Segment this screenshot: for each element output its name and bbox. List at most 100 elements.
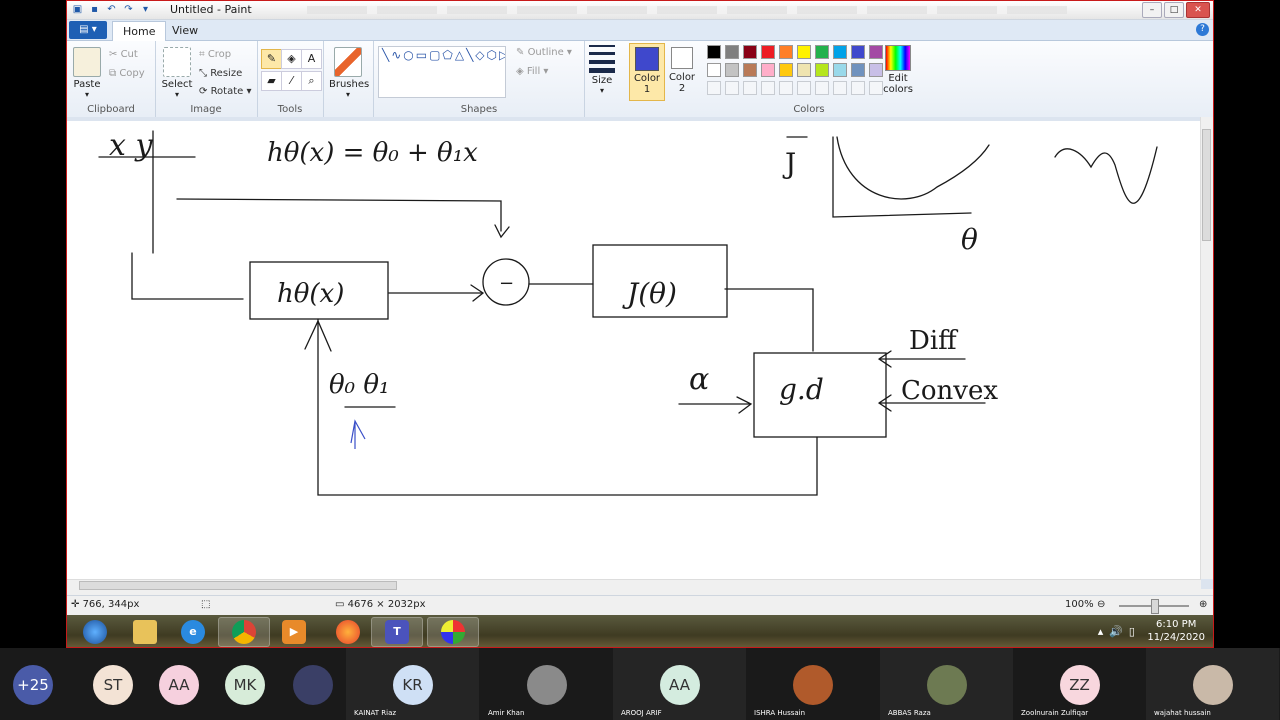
save-icon[interactable]: ▪ [88, 3, 101, 16]
horizontal-scrollbar[interactable] [67, 579, 1201, 592]
custom-color-slot[interactable] [779, 81, 793, 95]
participant-tile[interactable]: AA [146, 648, 212, 720]
participant-tile[interactable]: AA AROOJ ARIF [613, 648, 746, 720]
palette-swatch[interactable] [851, 63, 865, 77]
brushes-button[interactable]: Brushes ▾ [329, 47, 370, 99]
drawing-canvas[interactable]: x y hθ(x) = θ₀ + θ₁x J θ hθ(x) − J(θ) g.… [67, 121, 1201, 579]
palette-swatch[interactable] [779, 63, 793, 77]
file-menu-button[interactable]: ▤ ▾ [69, 21, 107, 39]
paint-app-icon[interactable]: ▣ [71, 3, 84, 16]
outline-button[interactable]: ✎ Outline ▾ [516, 47, 572, 58]
horizontal-scroll-thumb[interactable] [79, 581, 397, 590]
taskbar-chrome[interactable] [218, 617, 270, 647]
size-button[interactable]: Size ▾ [585, 45, 619, 95]
participant-tile[interactable]: MK [212, 648, 278, 720]
feedback-top-line [176, 198, 502, 232]
palette-swatch[interactable] [833, 45, 847, 59]
palette-swatch[interactable] [761, 63, 775, 77]
custom-color-slot[interactable] [707, 81, 721, 95]
customize-chevron-icon[interactable]: ▾ [139, 3, 152, 16]
palette-swatch[interactable] [707, 63, 721, 77]
resize-button[interactable]: ⤡ Resize [199, 68, 242, 79]
fill-bucket-icon[interactable]: ◈ [281, 49, 302, 69]
palette-swatch[interactable] [815, 45, 829, 59]
vertical-scrollbar[interactable] [1200, 117, 1213, 579]
taskbar-media[interactable]: ▶ [268, 617, 320, 647]
tab-view[interactable]: View [162, 21, 208, 40]
pencil-icon[interactable]: ✎ [261, 49, 282, 69]
palette-swatch[interactable] [761, 45, 775, 59]
minimize-button[interactable]: – [1142, 2, 1162, 18]
rotate-button[interactable]: ⟳ Rotate ▾ [199, 86, 252, 97]
rotate-icon: ⟳ [199, 86, 211, 97]
edit-colors-button[interactable]: Edit colors [881, 45, 915, 95]
palette-swatch[interactable] [743, 45, 757, 59]
taskbar-teams[interactable]: T [371, 617, 423, 647]
palette-swatch[interactable] [851, 45, 865, 59]
color-picker-icon[interactable]: ⁄ [281, 71, 302, 91]
zoom-out-button[interactable]: ⊖ [1097, 599, 1105, 610]
cut-button[interactable]: ✂ Cut [109, 49, 138, 60]
palette-swatch[interactable] [833, 63, 847, 77]
copy-label: Copy [119, 68, 145, 79]
palette-swatch[interactable] [725, 63, 739, 77]
start-button[interactable] [69, 617, 121, 647]
custom-color-slot[interactable] [797, 81, 811, 95]
palette-swatch[interactable] [743, 63, 757, 77]
custom-color-slot[interactable] [833, 81, 847, 95]
paste-button[interactable]: Paste ▾ [73, 47, 101, 99]
eraser-icon[interactable]: ▰ [261, 71, 282, 91]
shapes-gallery[interactable]: ╲∿○▭▢⬠△╲◇⬡▷⇨⇩⇦⇧✦☆✡▭◯◯⇨ [378, 46, 506, 98]
text-icon[interactable]: A [301, 49, 322, 69]
palette-swatch[interactable] [815, 63, 829, 77]
participant-tile[interactable]: ISHRA Hussain [746, 648, 879, 720]
taskbar-paint[interactable] [427, 617, 479, 647]
convex-text: Convex [901, 376, 998, 406]
participant-tile[interactable]: ABBAS Raza [880, 648, 1013, 720]
custom-color-slot[interactable] [851, 81, 865, 95]
taskbar-firefox[interactable] [322, 617, 374, 647]
vertical-scroll-thumb[interactable] [1202, 129, 1211, 241]
magnifier-icon[interactable]: ⌕ [301, 71, 322, 91]
select-button[interactable]: Select ▾ [161, 47, 193, 99]
zoom-in-button[interactable]: ⊕ [1199, 599, 1207, 610]
redo-icon[interactable]: ↷ [122, 3, 135, 16]
custom-color-slot[interactable] [815, 81, 829, 95]
custom-color-slot[interactable] [725, 81, 739, 95]
custom-color-slot[interactable] [743, 81, 757, 95]
taskbar-ie[interactable]: e [167, 617, 219, 647]
clock[interactable]: 6:10 PM 11/24/2020 [1147, 618, 1205, 644]
copy-button[interactable]: ⧉ Copy [109, 68, 145, 79]
maximize-button[interactable]: □ [1164, 2, 1184, 18]
taskbar-explorer[interactable] [119, 617, 171, 647]
palette-swatch[interactable] [797, 63, 811, 77]
ribbon-tabs: ▤ ▾ Home View ? [67, 20, 1213, 41]
clipboard-icon [73, 47, 101, 77]
color1-button[interactable]: Color 1 [629, 43, 665, 101]
participant-tile[interactable]: KR KAINAT Riaz [346, 648, 479, 720]
brush-icon [334, 47, 362, 77]
palette-swatch[interactable] [779, 45, 793, 59]
brushes-label: Brushes [329, 79, 370, 90]
participant-tile[interactable]: wajahat hussain [1146, 648, 1279, 720]
custom-color-slot[interactable] [761, 81, 775, 95]
close-button[interactable]: ✕ [1186, 2, 1210, 18]
system-tray-icons[interactable]: ▴🔊▯ [1098, 625, 1141, 638]
zoom-slider-thumb[interactable] [1151, 599, 1159, 614]
color2-button[interactable]: Color 2 [665, 43, 699, 99]
palette-swatch[interactable] [707, 45, 721, 59]
participant-tile[interactable]: Amir Khan [480, 648, 613, 720]
participant-tile[interactable]: ST [80, 648, 146, 720]
cursor-move-icon: ✛ [71, 599, 83, 610]
fill-button[interactable]: ◈ Fill ▾ [516, 66, 548, 77]
palette-swatch[interactable] [725, 45, 739, 59]
crop-button[interactable]: ⌗ Crop [199, 49, 231, 60]
participant-tile[interactable]: ZZ Zoolnurain Zulfiqar [1013, 648, 1146, 720]
participant-tile[interactable]: +25 [0, 648, 66, 720]
tab-home[interactable]: Home [112, 21, 167, 41]
participant-tile[interactable] [280, 648, 346, 720]
palette-swatch[interactable] [797, 45, 811, 59]
avatar: KR [392, 665, 433, 705]
undo-icon[interactable]: ↶ [105, 3, 118, 16]
help-icon[interactable]: ? [1196, 23, 1209, 36]
